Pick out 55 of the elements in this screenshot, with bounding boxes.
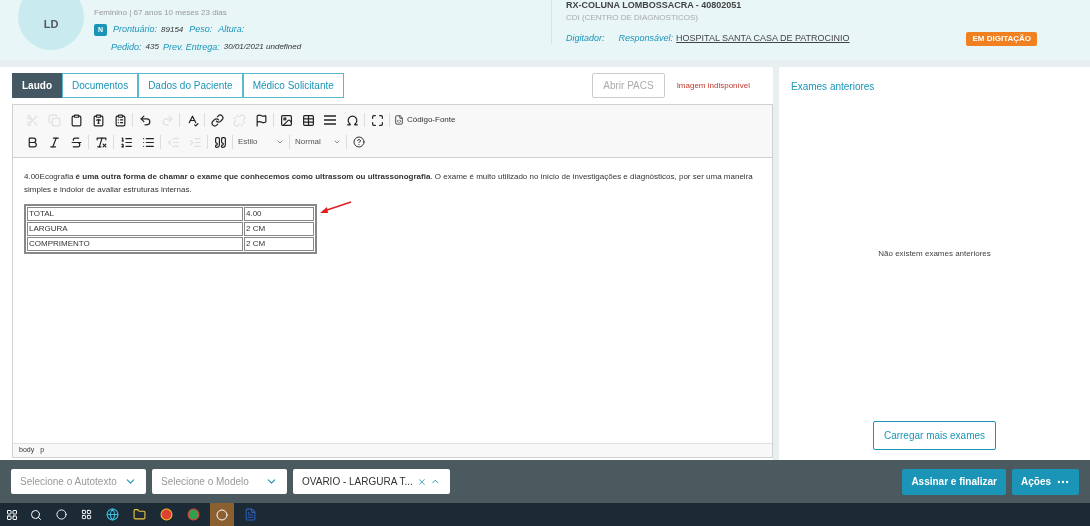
task-view-icon[interactable] (81, 509, 92, 520)
style-dropdown[interactable]: Estilo (234, 136, 288, 148)
caret-icon (333, 138, 341, 146)
exam-title: RX-COLUNA LOMBOSSACRA - 40802051 (566, 0, 743, 10)
browser-icon[interactable] (106, 508, 119, 521)
field-value: 30/01/2021 undefined (223, 41, 302, 54)
source-button[interactable]: Código-Fonte (391, 114, 459, 126)
load-more-button[interactable]: Carregar mais exames (872, 421, 997, 450)
table-cell: 2 CM (244, 237, 314, 251)
responsible-name: HOSPITAL SANTA CASA DE PATROCINIO (676, 32, 850, 46)
report-paragraph: 4.00Ecografia é uma outra forma de chamar o exame que conhecemos como ultrassom ou ultrassonografia. O exame é muito utilizado no início de investigações e diagnósticos, por ser uma maneira simples e indolor de avaliar estruturas internas. (24, 171, 754, 196)
windows-icon[interactable] (6, 508, 18, 521)
select-field[interactable]: Selecione o Modelo (152, 469, 287, 494)
field-label: Pedido: (111, 40, 142, 54)
browser-icon[interactable] (160, 508, 173, 521)
image-status: Imagem indisponível (676, 79, 750, 92)
field-label: Prev. Entrega: (162, 40, 220, 54)
select-field[interactable]: Selecione o Autotexto (11, 469, 146, 494)
table-cell: TOTAL (27, 207, 243, 221)
field-label: Digitador: (566, 32, 605, 46)
avatar-initials: LD (43, 16, 59, 32)
document-icon[interactable] (244, 508, 257, 521)
field-value: 435 (145, 41, 159, 54)
table-cell: 4.00 (244, 207, 314, 221)
table-cell: LARGURA (27, 222, 243, 236)
field-label: Altura: (218, 23, 245, 36)
tab[interactable]: Laudo (12, 73, 62, 98)
table-cell: 2 CM (244, 222, 314, 236)
caret-icon (276, 138, 284, 146)
circle-icon[interactable] (56, 509, 67, 520)
select-field[interactable]: OVARIO - LARGURA T... (293, 469, 450, 494)
field-label: Responsável: (618, 32, 674, 46)
select-input[interactable]: Selecione o Autotexto (20, 474, 120, 489)
format-dropdown[interactable]: Normal (291, 136, 345, 148)
browser-icon[interactable] (187, 508, 200, 521)
field-label: Prontuário: (113, 23, 158, 36)
table-cell: COMPRIMENTO (27, 237, 243, 251)
tab[interactable]: Dados do Paciente (138, 73, 243, 98)
selected-value: OVARIO - LARGURA T... (302, 475, 413, 489)
help-icon (353, 136, 365, 148)
app-icon[interactable] (216, 508, 228, 521)
exam-unit: CDI (CENTRO DE DIAGNOSTICOS) (566, 12, 699, 24)
tab[interactable]: Médico Solicitante (242, 73, 344, 98)
source-icon (394, 115, 404, 125)
field-value: 89154 (161, 23, 184, 36)
tab[interactable]: Documentos (62, 73, 139, 98)
field-label: Peso: (189, 23, 213, 36)
arrow-icon (318, 201, 352, 215)
status-badge: EM DIGITAÇÃO (966, 32, 1037, 46)
select-input[interactable]: Selecione o Modelo (161, 474, 261, 489)
empty-message: Não existem exames anteriores (878, 248, 991, 260)
panel-title: Exames anteriores (791, 80, 875, 94)
search-icon[interactable] (30, 508, 42, 521)
patient-info: Feminino | 67 anos 10 meses 23 dias (94, 7, 228, 19)
folder-icon[interactable] (133, 508, 146, 521)
